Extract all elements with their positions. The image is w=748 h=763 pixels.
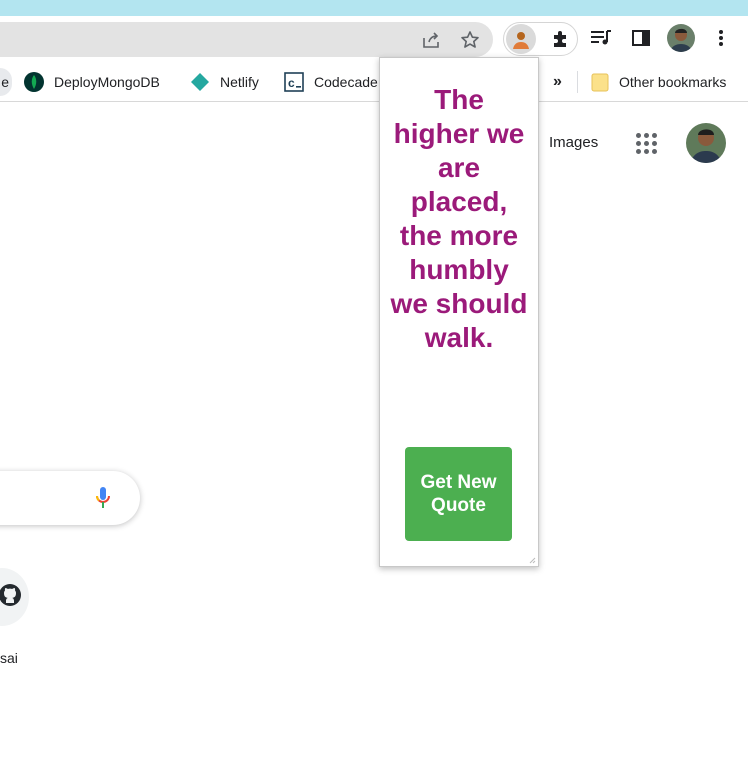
browser-toolbar <box>0 16 748 63</box>
bookmark-netlify[interactable]: Netlify <box>190 63 259 101</box>
microphone-icon[interactable] <box>95 486 111 515</box>
github-icon <box>0 583 22 612</box>
netlify-diamond-icon <box>190 72 210 92</box>
google-apps-icon[interactable] <box>636 133 658 155</box>
puzzle-extensions-icon[interactable] <box>546 24 576 54</box>
get-new-quote-button[interactable]: Get New Quote <box>405 447 512 541</box>
bookmark-partial[interactable]: e <box>0 68 12 96</box>
images-link[interactable]: Images <box>549 134 598 151</box>
profile-avatar-icon[interactable] <box>666 23 696 53</box>
bookmarks-bar: e DeployMongoDB Netlify c Codecade » Oth… <box>0 63 748 102</box>
address-bar[interactable] <box>0 22 493 57</box>
other-bookmarks-folder[interactable]: Other bookmarks <box>591 63 726 101</box>
quote-text: The higher we are placed, the more humbl… <box>390 84 528 353</box>
star-icon[interactable] <box>458 29 482 51</box>
extension-popup: The higher we are placed, the more humbl… <box>379 57 539 567</box>
shortcut-tile[interactable] <box>0 568 29 626</box>
shortcut-label[interactable]: sai <box>0 650 18 666</box>
mongodb-leaf-icon <box>24 72 44 92</box>
kebab-menu-icon[interactable] <box>706 23 736 53</box>
codecademy-icon: c <box>284 72 304 92</box>
google-search-box[interactable] <box>0 471 140 525</box>
resize-grip-icon[interactable] <box>529 557 536 564</box>
bookmarks-separator <box>577 71 578 93</box>
bookmark-deploymongodb[interactable]: DeployMongoDB <box>24 63 160 101</box>
side-panel-icon[interactable] <box>626 23 656 53</box>
folder-icon <box>591 72 609 92</box>
extensions-pill <box>503 22 578 56</box>
bookmarks-overflow-button[interactable]: » <box>553 63 562 101</box>
window-top-strip <box>0 0 748 16</box>
share-icon[interactable] <box>419 29 443 51</box>
media-queue-icon[interactable] <box>586 23 616 53</box>
svg-text:c: c <box>288 76 295 90</box>
bookmark-codecademy[interactable]: c Codecade <box>284 63 378 101</box>
profile-extension-icon[interactable] <box>506 24 536 54</box>
google-account-avatar[interactable] <box>686 123 726 163</box>
